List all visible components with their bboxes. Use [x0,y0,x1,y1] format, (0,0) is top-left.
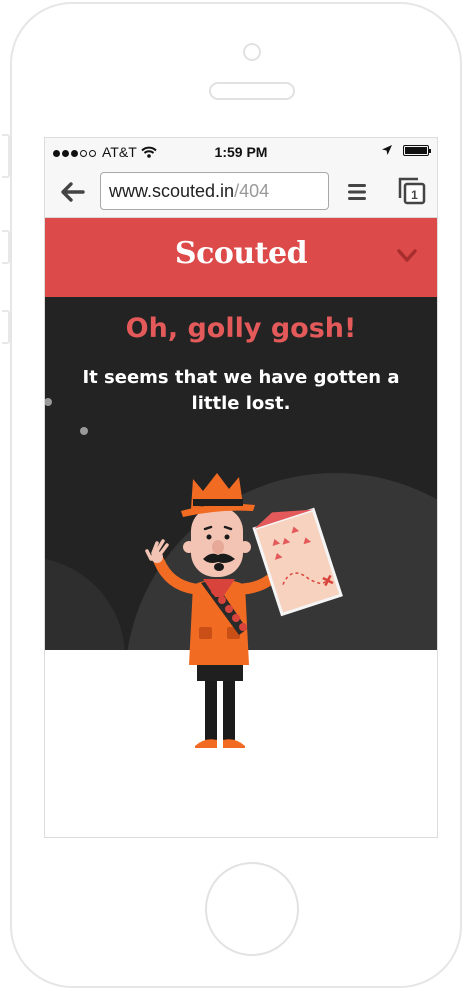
error-title: Oh, golly gosh! [125,313,357,344]
volume-down-button [2,310,10,344]
volume-up-button [2,230,10,264]
earpiece-speaker [209,82,295,100]
mute-switch [2,134,10,178]
tabs-icon: 1 [398,177,426,205]
hamburger-menu-icon[interactable] [346,182,368,202]
chevron-down-icon[interactable] [397,249,417,263]
browser-toolbar: www.scouted.in/404 1 [45,166,437,218]
home-button[interactable] [205,862,299,956]
site-header: Scouted [45,218,437,297]
back-arrow-icon[interactable] [59,180,85,204]
decorative-dot [80,427,88,435]
tabs-button[interactable]: 1 [397,176,427,206]
location-arrow-icon [382,145,392,155]
decorative-dot [45,398,52,406]
error-message: It seems that we have gotten a little lo… [82,367,400,414]
status-bar: AT&T 1:59 PM [45,138,437,166]
address-bar[interactable]: www.scouted.in/404 [100,172,329,210]
front-camera [243,43,261,61]
site-logo[interactable]: Scouted [45,236,437,271]
clock: 1:59 PM [214,144,268,160]
background-hill-small [45,557,125,650]
url-path: /404 [234,181,270,201]
lost-scout-illustration [145,473,343,748]
battery-icon [403,144,431,156]
url-domain: www.scouted.in [109,181,235,201]
phone-screen: AT&T 1:59 PM www.scouted.in/404 1 Scoute… [44,137,438,838]
tab-count: 1 [411,188,418,202]
